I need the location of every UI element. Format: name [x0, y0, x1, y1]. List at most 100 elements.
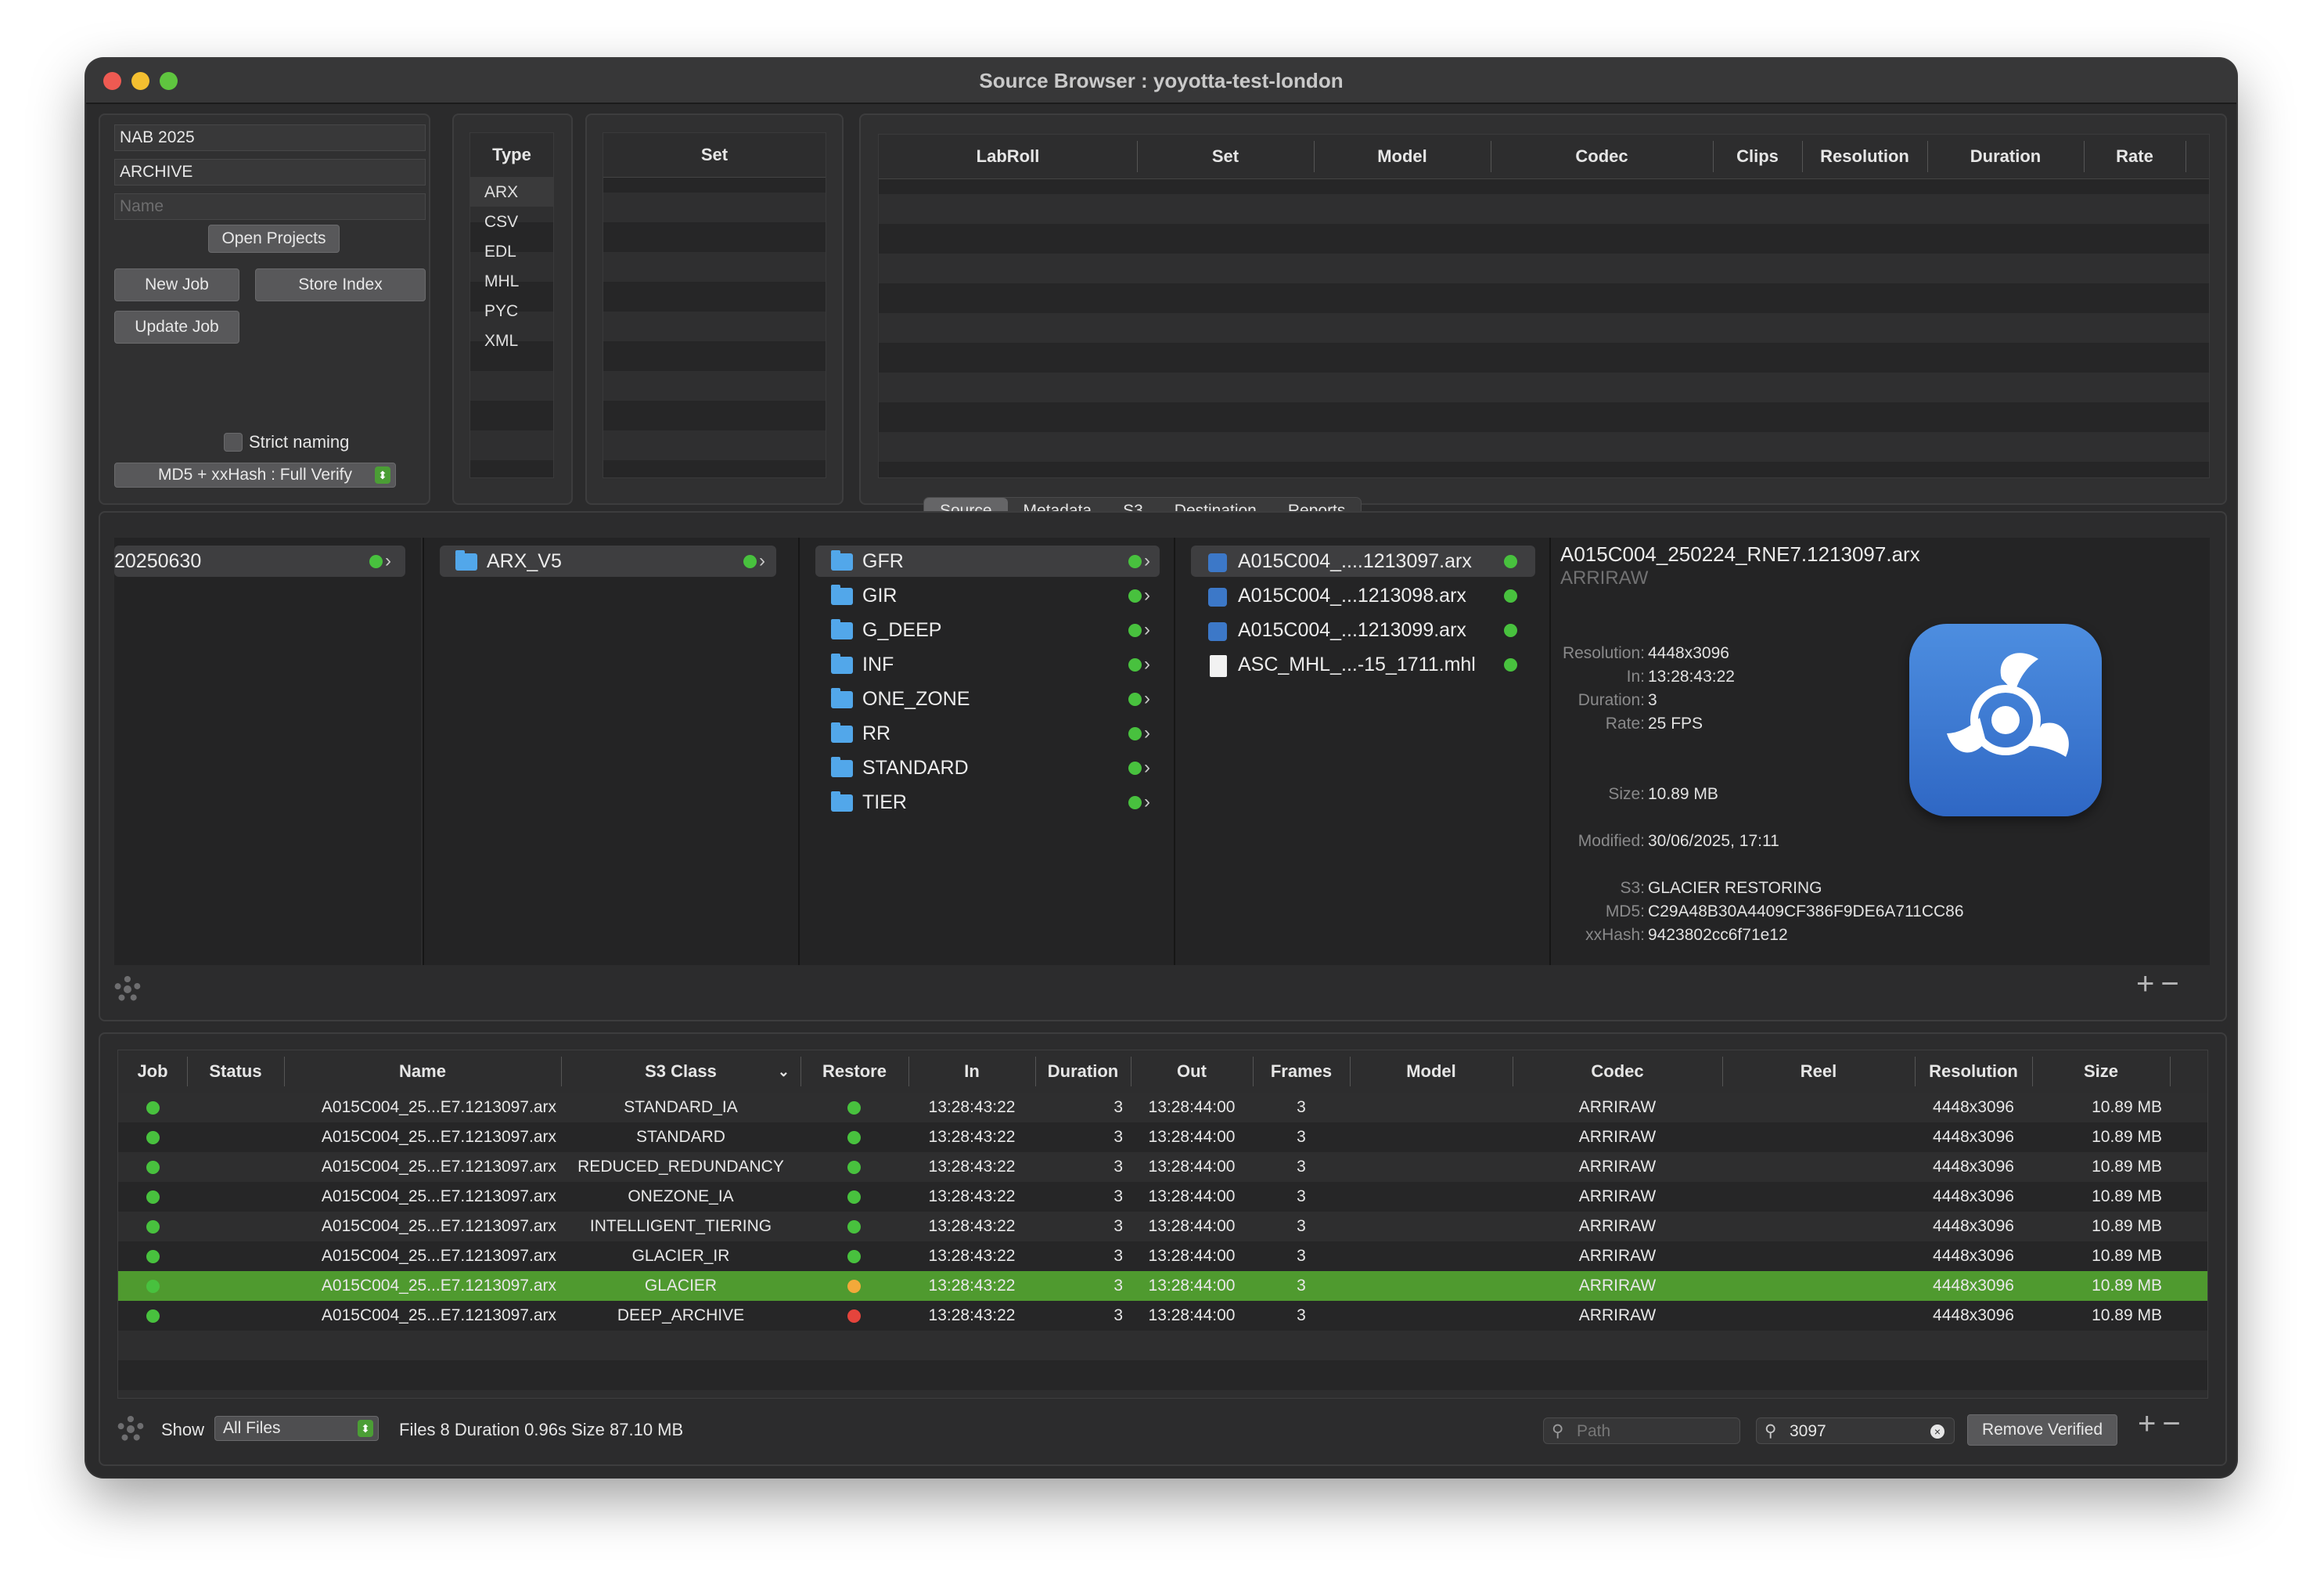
- add-remove-icon[interactable]: +−: [2136, 967, 2185, 1002]
- col-in[interactable]: In: [908, 1050, 1035, 1093]
- type-item-edl[interactable]: EDL: [484, 243, 516, 261]
- browser-item-inf[interactable]: INF ›: [815, 649, 1160, 680]
- browser-item-rr[interactable]: RR ›: [815, 718, 1160, 749]
- col-restore[interactable]: Restore: [800, 1050, 908, 1093]
- gear-icon[interactable]: [114, 976, 141, 1003]
- browser-item-one-zone[interactable]: ONE_ZONE ›: [815, 683, 1160, 715]
- col-resolution[interactable]: Resolution: [1915, 1050, 2032, 1093]
- col-resolution[interactable]: Resolution: [1802, 135, 1927, 178]
- job-name-field[interactable]: NAB 2025: [114, 124, 426, 151]
- update-job-button[interactable]: Update Job: [114, 311, 239, 344]
- table-row[interactable]: A015C004_25...E7.1213097.arx ONEZONE_IA 13…: [118, 1182, 2207, 1212]
- status-dot: [1128, 762, 1142, 775]
- table-row[interactable]: A015C004_25...E7.1213097.arx GLACIER_IR 13…: [118, 1241, 2207, 1271]
- archive-field[interactable]: ARCHIVE: [114, 159, 426, 185]
- strict-naming-checkbox[interactable]: [224, 433, 243, 452]
- col-reel[interactable]: Reel: [1722, 1050, 1915, 1093]
- browser-file-1213098[interactable]: A015C004_...1213098.arx: [1191, 580, 1535, 611]
- col-labroll[interactable]: LabRoll: [879, 135, 1137, 178]
- table-row[interactable]: A015C004_25...E7.1213097.arx STANDARD_IA 1…: [118, 1093, 2207, 1122]
- out-cell: 13:28:44:00: [1148, 1158, 1236, 1176]
- col-duration[interactable]: Duration: [1927, 135, 2084, 178]
- browser-item-tier[interactable]: TIER ›: [815, 787, 1160, 818]
- type-item-mhl[interactable]: MHL: [484, 272, 519, 291]
- store-index-button[interactable]: Store Index: [255, 268, 426, 301]
- resolution-label: Resolution:: [1562, 644, 1645, 662]
- s3-class-cell: INTELLIGENT_TIERING: [589, 1217, 772, 1235]
- type-item-pyc[interactable]: PYC: [484, 302, 518, 321]
- col-name[interactable]: Name: [284, 1050, 561, 1093]
- arx-file-icon: [1208, 553, 1227, 572]
- show-label: Show: [161, 1420, 205, 1439]
- col-model[interactable]: Model: [1314, 135, 1491, 178]
- col-rate[interactable]: Rate: [2084, 135, 2185, 178]
- browser-item-gfr[interactable]: GFR ›: [815, 546, 1160, 577]
- new-job-button[interactable]: New Job: [114, 268, 239, 301]
- stepper-icon: ⬍: [375, 466, 390, 484]
- chevron-right-icon: ›: [1144, 585, 1150, 606]
- open-projects-button[interactable]: Open Projects: [208, 225, 340, 253]
- col-model[interactable]: Model: [1350, 1050, 1513, 1093]
- folder-icon: [831, 722, 853, 743]
- col-clips[interactable]: Clips: [1713, 135, 1802, 178]
- size-cell: 10.89 MB: [2092, 1306, 2162, 1324]
- type-item-csv[interactable]: CSV: [484, 213, 518, 232]
- job-status-dot: [146, 1190, 160, 1204]
- col-out[interactable]: Out: [1131, 1050, 1253, 1093]
- md5-value: C29A48B30A4409CF386F9DE6A711CC86: [1648, 902, 1964, 920]
- table-row[interactable]: A015C004_25...E7.1213097.arx STANDARD 13:2…: [118, 1122, 2207, 1152]
- table-row[interactable]: A015C004_25...E7.1213097.arx REDUCED_REDU…: [118, 1152, 2207, 1182]
- browser-column-4[interactable]: A015C004_....1213097.arx A015C004_...121…: [1175, 538, 1549, 965]
- col-duration[interactable]: Duration: [1035, 1050, 1131, 1093]
- path-search-field[interactable]: ⚲ Path: [1543, 1417, 1740, 1444]
- job-table[interactable]: Job Status Name S3 Class ⌄ Restore In Du…: [117, 1050, 2208, 1399]
- status-dot: [1128, 624, 1142, 637]
- duration-cell: 3: [1113, 1187, 1123, 1205]
- set-panel: Set: [585, 113, 844, 505]
- name-cell: A015C004_25...E7.1213097.arx: [321, 1098, 556, 1116]
- browser-column-2[interactable]: ARX_V5 ›: [424, 538, 798, 965]
- col-set[interactable]: Set: [1137, 135, 1314, 178]
- resolution-cell: 4448x3096: [1933, 1306, 2014, 1324]
- verify-mode-select[interactable]: MD5 + xxHash : Full Verify ⬍: [114, 463, 396, 488]
- table-row[interactable]: A015C004_25...E7.1213097.arx GLACIER 13:28…: [118, 1271, 2207, 1301]
- browser-item-gir[interactable]: GIR ›: [815, 580, 1160, 611]
- restore-status-dot: [847, 1309, 861, 1323]
- browser-column-1[interactable]: 20250630 ›: [114, 538, 421, 965]
- type-panel: Type ARX CSV EDL MHL PYC XML: [452, 113, 573, 505]
- name-field[interactable]: Name: [114, 193, 426, 220]
- gear-icon[interactable]: [117, 1416, 144, 1443]
- col-frames[interactable]: Frames: [1253, 1050, 1350, 1093]
- browser-column-3[interactable]: GFR › GIR › G_DEEP › INF › ONE_ZONE › RR…: [800, 538, 1174, 965]
- details-type: ARRIRAW: [1560, 567, 1649, 589]
- show-filter-select[interactable]: All Files ⬍: [214, 1416, 379, 1441]
- in-cell: 13:28:43:22: [928, 1277, 1016, 1295]
- remove-verified-button[interactable]: Remove Verified: [1967, 1414, 2117, 1446]
- type-item-xml[interactable]: XML: [484, 332, 518, 351]
- status-dot: [1128, 555, 1142, 568]
- clear-search-icon[interactable]: ×: [1930, 1425, 1944, 1439]
- browser-item-g-deep[interactable]: G_DEEP ›: [815, 614, 1160, 646]
- add-remove-icon[interactable]: +−: [2138, 1407, 2187, 1442]
- col-status[interactable]: Status: [187, 1050, 284, 1093]
- labroll-table[interactable]: LabRoll Set Model Codec Clips Resolution…: [878, 134, 2210, 478]
- col-job[interactable]: Job: [118, 1050, 187, 1093]
- col-s3-class[interactable]: S3 Class ⌄: [561, 1050, 800, 1093]
- browser-item-date[interactable]: 20250630 ›: [114, 546, 405, 577]
- restore-status-dot: [847, 1161, 861, 1174]
- browser-file-1213097[interactable]: A015C004_....1213097.arx: [1191, 546, 1535, 577]
- name-search-field[interactable]: ⚲ 3097 ×: [1756, 1417, 1955, 1444]
- browser-file-mhl[interactable]: ASC_MHL_...-15_1711.mhl: [1191, 649, 1535, 680]
- browser-item-arx-v5[interactable]: ARX_V5 ›: [440, 546, 776, 577]
- col-codec[interactable]: Codec: [1513, 1050, 1722, 1093]
- col-codec[interactable]: Codec: [1491, 135, 1713, 178]
- browser-file-1213099[interactable]: A015C004_...1213099.arx: [1191, 614, 1535, 646]
- resolution-value: 4448x3096: [1648, 644, 1729, 662]
- type-item-arx[interactable]: ARX: [484, 183, 518, 202]
- table-row[interactable]: A015C004_25...E7.1213097.arx DEEP_ARCHIVE…: [118, 1301, 2207, 1331]
- col-size[interactable]: Size: [2032, 1050, 2170, 1093]
- browser-item-standard[interactable]: STANDARD ›: [815, 752, 1160, 783]
- resolution-cell: 4448x3096: [1933, 1128, 2014, 1146]
- set-list[interactable]: Set: [603, 132, 826, 478]
- table-row[interactable]: A015C004_25...E7.1213097.arx INTELLIGENT_…: [118, 1212, 2207, 1241]
